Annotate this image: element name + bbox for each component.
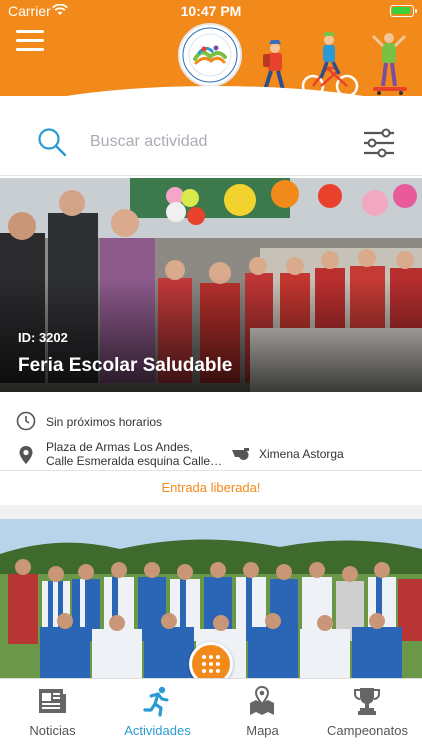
- search-icon[interactable]: [36, 126, 68, 158]
- tab-label: Actividades: [124, 723, 191, 738]
- entry-info-label: Entrada liberada!: [161, 480, 261, 495]
- map-icon: [250, 685, 274, 715]
- trophy-icon: [354, 688, 380, 715]
- municipal-sports-logo: [178, 23, 242, 87]
- runner-icon: [143, 686, 169, 717]
- tab-label: Campeonatos: [327, 723, 408, 738]
- search-input[interactable]: [90, 128, 340, 156]
- activity-schedule: Sin próximos horarios: [46, 415, 163, 429]
- activity-location-line1[interactable]: Plaza de Armas Los Andes,: [46, 440, 226, 454]
- tab-label: Noticias: [29, 723, 76, 738]
- search-bar: [0, 108, 422, 176]
- activity-id: ID: 3202: [18, 330, 68, 345]
- battery-icon: [390, 5, 417, 17]
- menu-button[interactable]: [16, 30, 44, 52]
- clock-icon: [16, 411, 36, 431]
- newspaper-icon: [39, 689, 66, 713]
- app-header: Carrier 10:47 PM: [0, 0, 422, 106]
- activity-title[interactable]: Feria Escolar Saludable: [18, 355, 232, 377]
- filter-sliders-icon[interactable]: [362, 128, 396, 158]
- activity-organizer: Ximena Astorga: [259, 447, 344, 461]
- location-pin-icon: [19, 446, 33, 464]
- status-bar: Carrier 10:47 PM: [0, 0, 422, 22]
- tab-mapa[interactable]: Mapa: [210, 679, 315, 750]
- tab-noticias[interactable]: Noticias: [0, 679, 105, 750]
- tab-actividades[interactable]: Actividades: [105, 679, 210, 750]
- status-time: 10:47 PM: [180, 3, 242, 19]
- tab-campeonatos[interactable]: Campeonatos: [315, 679, 420, 750]
- activity-location-line2[interactable]: Calle Esmeralda esquina Calle…: [46, 454, 226, 468]
- whistle-icon: [232, 448, 249, 460]
- tab-bar: Noticias Actividades Mapa Campeonatos: [0, 678, 422, 750]
- tab-label: Mapa: [246, 723, 279, 738]
